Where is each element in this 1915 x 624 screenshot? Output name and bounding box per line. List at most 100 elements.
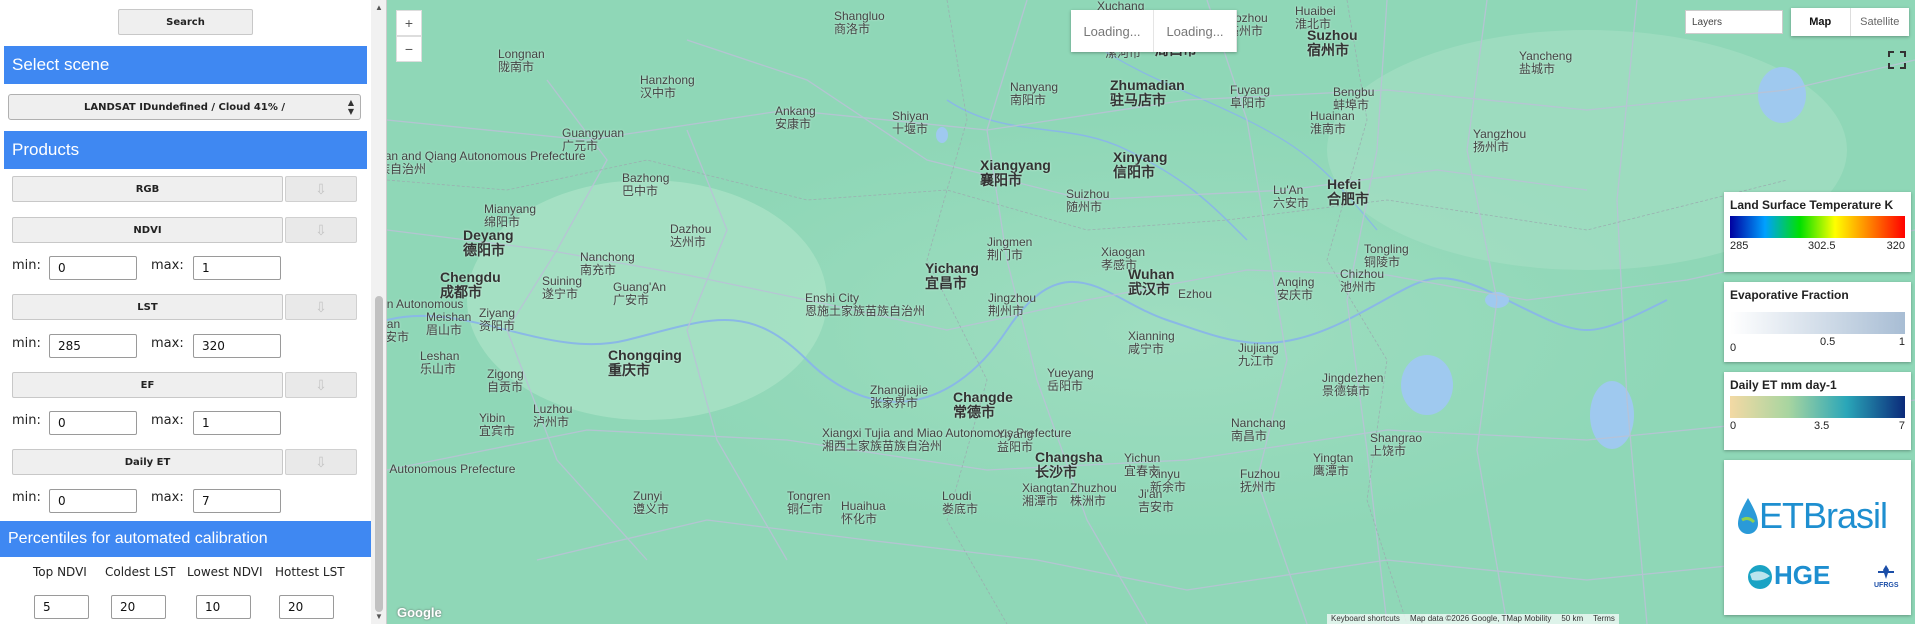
city-label: Guang'An 广安市 <box>613 281 666 307</box>
map-data-text: Map data ©2026 Google, TMap Mobility <box>1409 614 1552 623</box>
download-ndvi-button[interactable]: ⇩ <box>285 217 357 243</box>
city-label: Yueyang 岳阳市 <box>1047 367 1094 393</box>
city-label: Meishan 眉山市 <box>426 311 471 337</box>
city-label: Zhuzhou 株洲市 <box>1070 482 1117 508</box>
city-name: Zhumadian <box>1110 77 1185 93</box>
city-name-chinese: 雅安市 <box>387 330 410 344</box>
download-lst-button[interactable]: ⇩ <box>285 294 357 320</box>
zoom-in-button[interactable]: + <box>396 10 422 36</box>
city-label: Yichang 宜昌市 <box>925 261 979 291</box>
product-lst-button[interactable]: LST <box>12 294 283 320</box>
city-label: Jiujiang 九江市 <box>1238 342 1279 368</box>
city-name: Wuhan <box>1128 266 1175 282</box>
city-label: Zunyi 遵义市 <box>633 490 669 516</box>
lowest-ndvi-label: Lowest NDVI <box>187 565 263 579</box>
city-name-chinese: 抚州市 <box>1240 480 1277 494</box>
coldest-lst-input[interactable] <box>111 595 166 619</box>
city-label: Suining 遂宁市 <box>542 275 582 301</box>
city-name-chinese: 娄底市 <box>942 502 979 516</box>
city-name-chinese: 长沙市 <box>1035 464 1077 480</box>
city-label: Bazhong 巴中市 <box>622 172 669 198</box>
product-rgb-button[interactable]: RGB <box>12 176 283 202</box>
daily-et-tick-max: 7 <box>1898 420 1905 432</box>
ef-tick-mid: 0.5 <box>1820 336 1836 348</box>
map-type-map-button[interactable]: Map <box>1791 8 1851 36</box>
city-name-chinese: 宜宾市 <box>479 424 516 438</box>
city-name-chinese: 安庆市 <box>1277 288 1314 302</box>
city-name-chinese: 湘潭市 <box>1022 494 1059 508</box>
scroll-up-icon[interactable]: ▲ <box>374 3 384 12</box>
city-name-chinese: 六安市 <box>1273 196 1310 210</box>
city-name: Hefei <box>1327 176 1362 192</box>
city-label: Dazhou 达州市 <box>670 223 711 249</box>
city-name-chinese: 重庆市 <box>608 362 650 378</box>
city-label: Ngawa Tibetan and Qiang Autonomous Prefe… <box>387 150 586 176</box>
city-name-chinese: 合肥市 <box>1327 191 1369 207</box>
map-type-satellite-button[interactable]: Satellite <box>1851 8 1910 36</box>
ef-max-input[interactable] <box>193 411 281 435</box>
download-daily-et-button[interactable]: ⇩ <box>285 449 357 475</box>
city-label: Liangshan Yi Autonomous Prefecture凉山彝族 <box>387 463 515 489</box>
keyboard-shortcuts-link[interactable]: Keyboard shortcuts <box>1331 614 1400 624</box>
city-name-chinese: 南昌市 <box>1231 429 1268 443</box>
lst-max-input[interactable] <box>193 334 281 358</box>
ufrgs-logo: UFRGS <box>1874 564 1899 589</box>
lst-min-input[interactable] <box>49 334 137 358</box>
city-name-chinese: 九江市 <box>1238 354 1275 368</box>
city-name: Xiangyang <box>980 157 1051 173</box>
city-name-chinese: 宿州市 <box>1307 42 1349 58</box>
daily-et-min-input[interactable] <box>49 489 137 513</box>
product-daily-et-button[interactable]: Daily ET <box>12 449 283 475</box>
ef-min-label: min: <box>12 413 41 428</box>
city-name-chinese: 武汉市 <box>1128 281 1170 297</box>
city-label: Chongqing 重庆市 <box>608 348 682 378</box>
daily-et-max-input[interactable] <box>193 489 281 513</box>
loading-indicators: Loading... Loading... <box>1071 10 1237 52</box>
city-label: Nanchang 南昌市 <box>1231 417 1286 443</box>
ef-max-label: max: <box>151 413 184 428</box>
ndvi-min-input[interactable] <box>49 256 137 280</box>
download-arrow-icon: ⇩ <box>315 298 327 315</box>
download-arrow-icon: ⇩ <box>315 180 327 197</box>
lst-tick-mid: 302.5 <box>1808 240 1836 252</box>
city-name-chinese: 恩施土家族苗族自治州 <box>805 304 926 318</box>
zoom-out-button[interactable]: − <box>396 36 422 62</box>
city-name-chinese: 荆门市 <box>987 248 1024 262</box>
city-name-chinese: 吉安市 <box>1138 500 1175 514</box>
download-rgb-button[interactable]: ⇩ <box>285 176 357 202</box>
map-attribution: Keyboard shortcuts Map data ©2026 Google… <box>1327 614 1619 624</box>
lowest-ndvi-input[interactable] <box>196 595 251 619</box>
city-label: Xiangtan 湘潭市 <box>1022 482 1069 508</box>
panel-scrollbar[interactable]: ▲ ▼ <box>371 0 386 624</box>
product-ndvi-button[interactable]: NDVI <box>12 217 283 243</box>
city-name: Changde <box>953 389 1013 405</box>
city-name-chinese: 张家界市 <box>870 396 919 410</box>
city-name: Yichang <box>925 260 979 276</box>
top-ndvi-input[interactable] <box>34 595 89 619</box>
ef-min-input[interactable] <box>49 411 137 435</box>
layers-selector[interactable]: Layers <box>1685 10 1783 34</box>
fullscreen-button[interactable] <box>1883 46 1911 74</box>
search-button[interactable]: Search <box>118 9 253 35</box>
scroll-down-icon[interactable]: ▼ <box>374 612 384 621</box>
hottest-lst-input[interactable] <box>279 595 334 619</box>
product-ef-button[interactable]: EF <box>12 372 283 398</box>
terms-link[interactable]: Terms <box>1593 614 1615 624</box>
scroll-thumb[interactable] <box>375 296 383 612</box>
city-name-chinese: 襄阳市 <box>980 172 1022 188</box>
city-label: Suizhou 随州市 <box>1066 188 1109 214</box>
city-label: Xianning 咸宁市 <box>1128 330 1175 356</box>
scale-label[interactable]: 50 km <box>1561 614 1583 624</box>
city-name-chinese: 随州市 <box>1066 200 1103 214</box>
scene-select[interactable]: LANDSAT IDundefined / Cloud 41% / ▲ ▼ <box>8 94 361 120</box>
ndvi-max-input[interactable] <box>193 256 281 280</box>
map-canvas[interactable]: Shangluo商洛市Xuchang许昌市Zhoukou周口市Bozhou亳州市… <box>387 0 1915 624</box>
download-ef-button[interactable]: ⇩ <box>285 372 357 398</box>
lst-min-label: min: <box>12 336 41 351</box>
city-name-chinese: 南阳市 <box>1010 93 1047 107</box>
select-scene-header: Select scene <box>4 46 367 84</box>
city-label: Yiyang 益阳市 <box>997 428 1033 454</box>
city-name-chinese: 阿坝藏族羌族自治州 <box>387 162 427 176</box>
scene-select-value: LANDSAT IDundefined / Cloud 41% / <box>83 101 285 113</box>
city-name-chinese: 眉山市 <box>426 323 463 337</box>
